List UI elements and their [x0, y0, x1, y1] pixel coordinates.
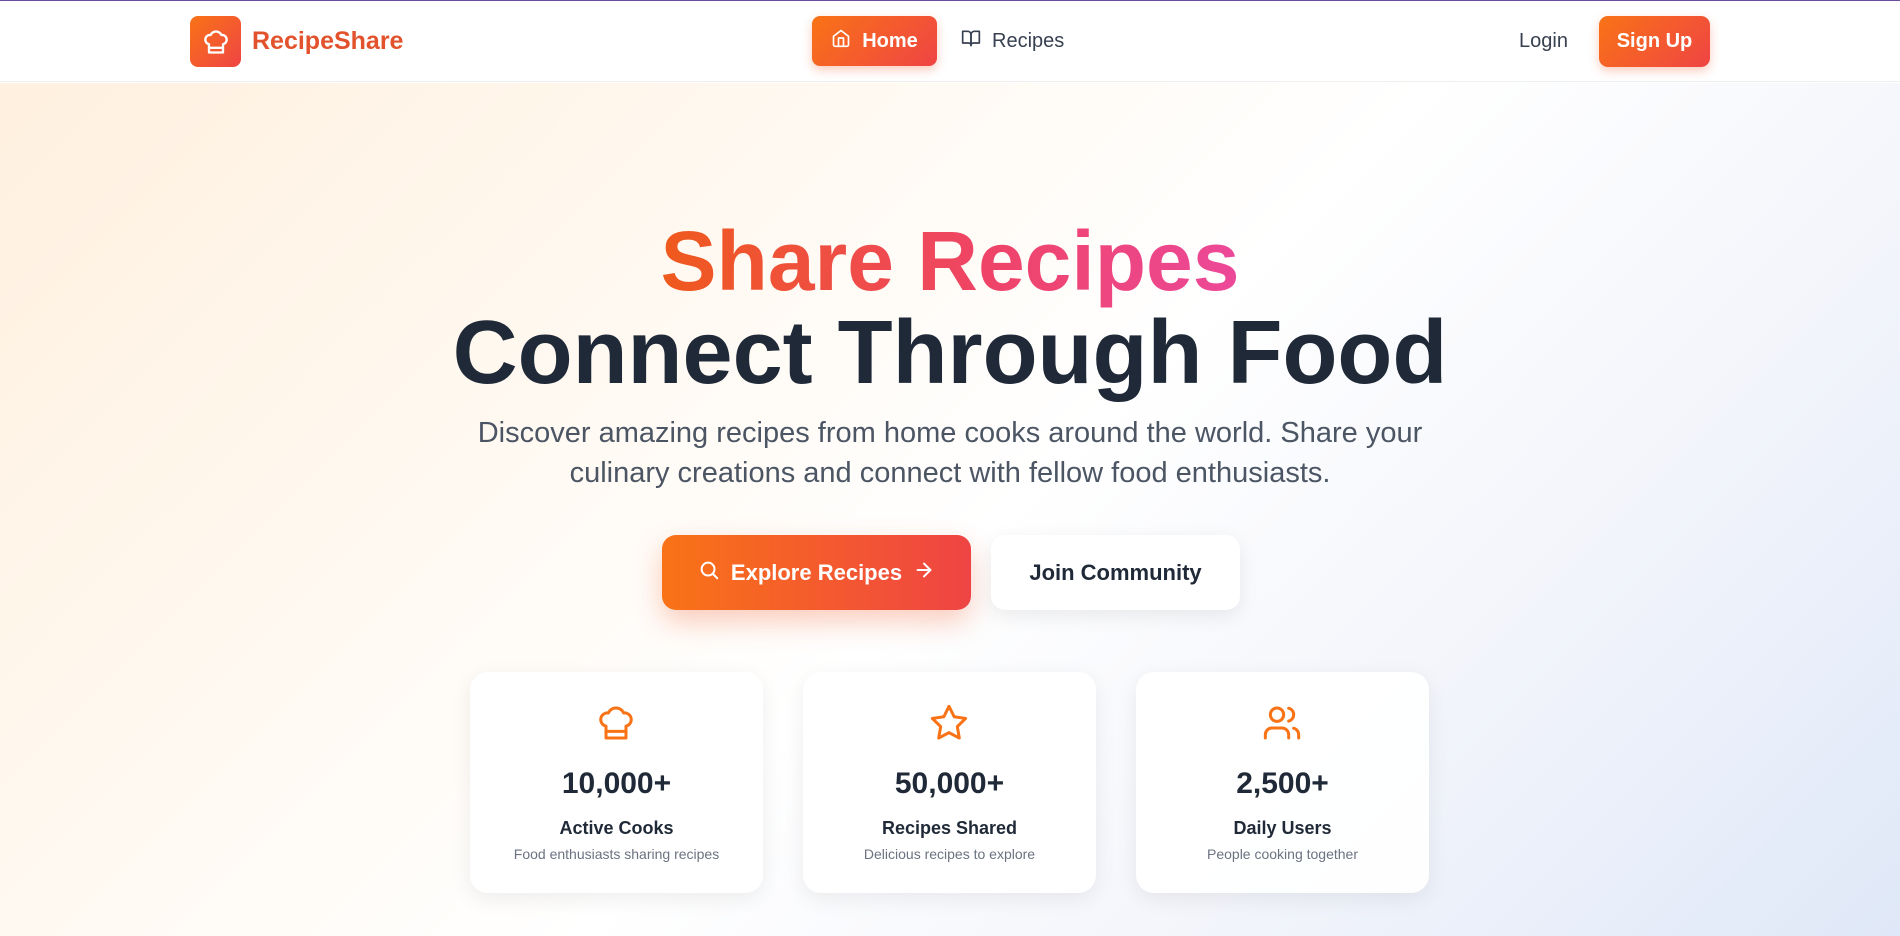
stat-value: 2,500+ — [1236, 767, 1329, 800]
arrow-right-icon — [913, 559, 935, 587]
main-nav: Home Recipes — [812, 16, 1064, 66]
nav-recipes-label: Recipes — [992, 29, 1065, 52]
stat-label: Daily Users — [1233, 818, 1332, 838]
home-icon — [831, 28, 851, 54]
nav-recipes-link[interactable]: Recipes — [961, 16, 1064, 66]
brand[interactable]: RecipeShare — [190, 16, 403, 67]
brand-name: RecipeShare — [252, 27, 404, 55]
hero-section: Share Recipes Connect Through Food Disco… — [0, 83, 1900, 936]
stat-label: Recipes Shared — [881, 818, 1018, 838]
join-community-button[interactable]: Join Community — [991, 535, 1240, 610]
stat-value: 50,000+ — [894, 767, 1005, 800]
explore-recipes-button[interactable]: Explore Recipes — [662, 535, 971, 610]
stat-card-daily-users: 2,500+ Daily Users People cooking togeth… — [1136, 672, 1429, 893]
hero-subtitle: Discover amazing recipes from home cooks… — [477, 417, 1423, 489]
stat-card-active-cooks: 10,000+ Active Cooks Food enthusiasts sh… — [470, 672, 763, 893]
chef-hat-icon — [596, 703, 636, 743]
hero-title-line1: Share Recipes — [660, 214, 1240, 308]
stat-label: Active Cooks — [559, 818, 674, 838]
hero-title-line2: Connect Through Food — [452, 303, 1448, 403]
stat-description: Delicious recipes to explore — [863, 846, 1036, 862]
explore-recipes-label: Explore Recipes — [730, 559, 903, 585]
cta-row: Explore Recipes Join Community — [662, 535, 1240, 610]
nav-home-label: Home — [862, 29, 918, 52]
stat-description: Food enthusiasts sharing recipes — [513, 846, 720, 862]
signup-button[interactable]: Sign Up — [1599, 16, 1710, 67]
users-icon — [1262, 703, 1302, 743]
hero-title-highlight: Share Recipes — [0, 211, 1900, 311]
login-link[interactable]: Login — [1519, 30, 1568, 53]
search-icon — [698, 559, 720, 587]
stat-card-recipes-shared: 50,000+ Recipes Shared Delicious recipes… — [803, 672, 1096, 893]
stats-row: 10,000+ Active Cooks Food enthusiasts sh… — [470, 672, 1429, 893]
chef-hat-icon — [190, 16, 241, 67]
navbar: RecipeShare Home Recipes Login Sign Up — [0, 1, 1900, 82]
nav-home-button[interactable]: Home — [812, 16, 937, 66]
stat-description: People cooking together — [1207, 846, 1358, 862]
stat-value: 10,000+ — [561, 767, 672, 800]
star-icon — [929, 703, 969, 743]
book-open-icon — [961, 28, 981, 54]
